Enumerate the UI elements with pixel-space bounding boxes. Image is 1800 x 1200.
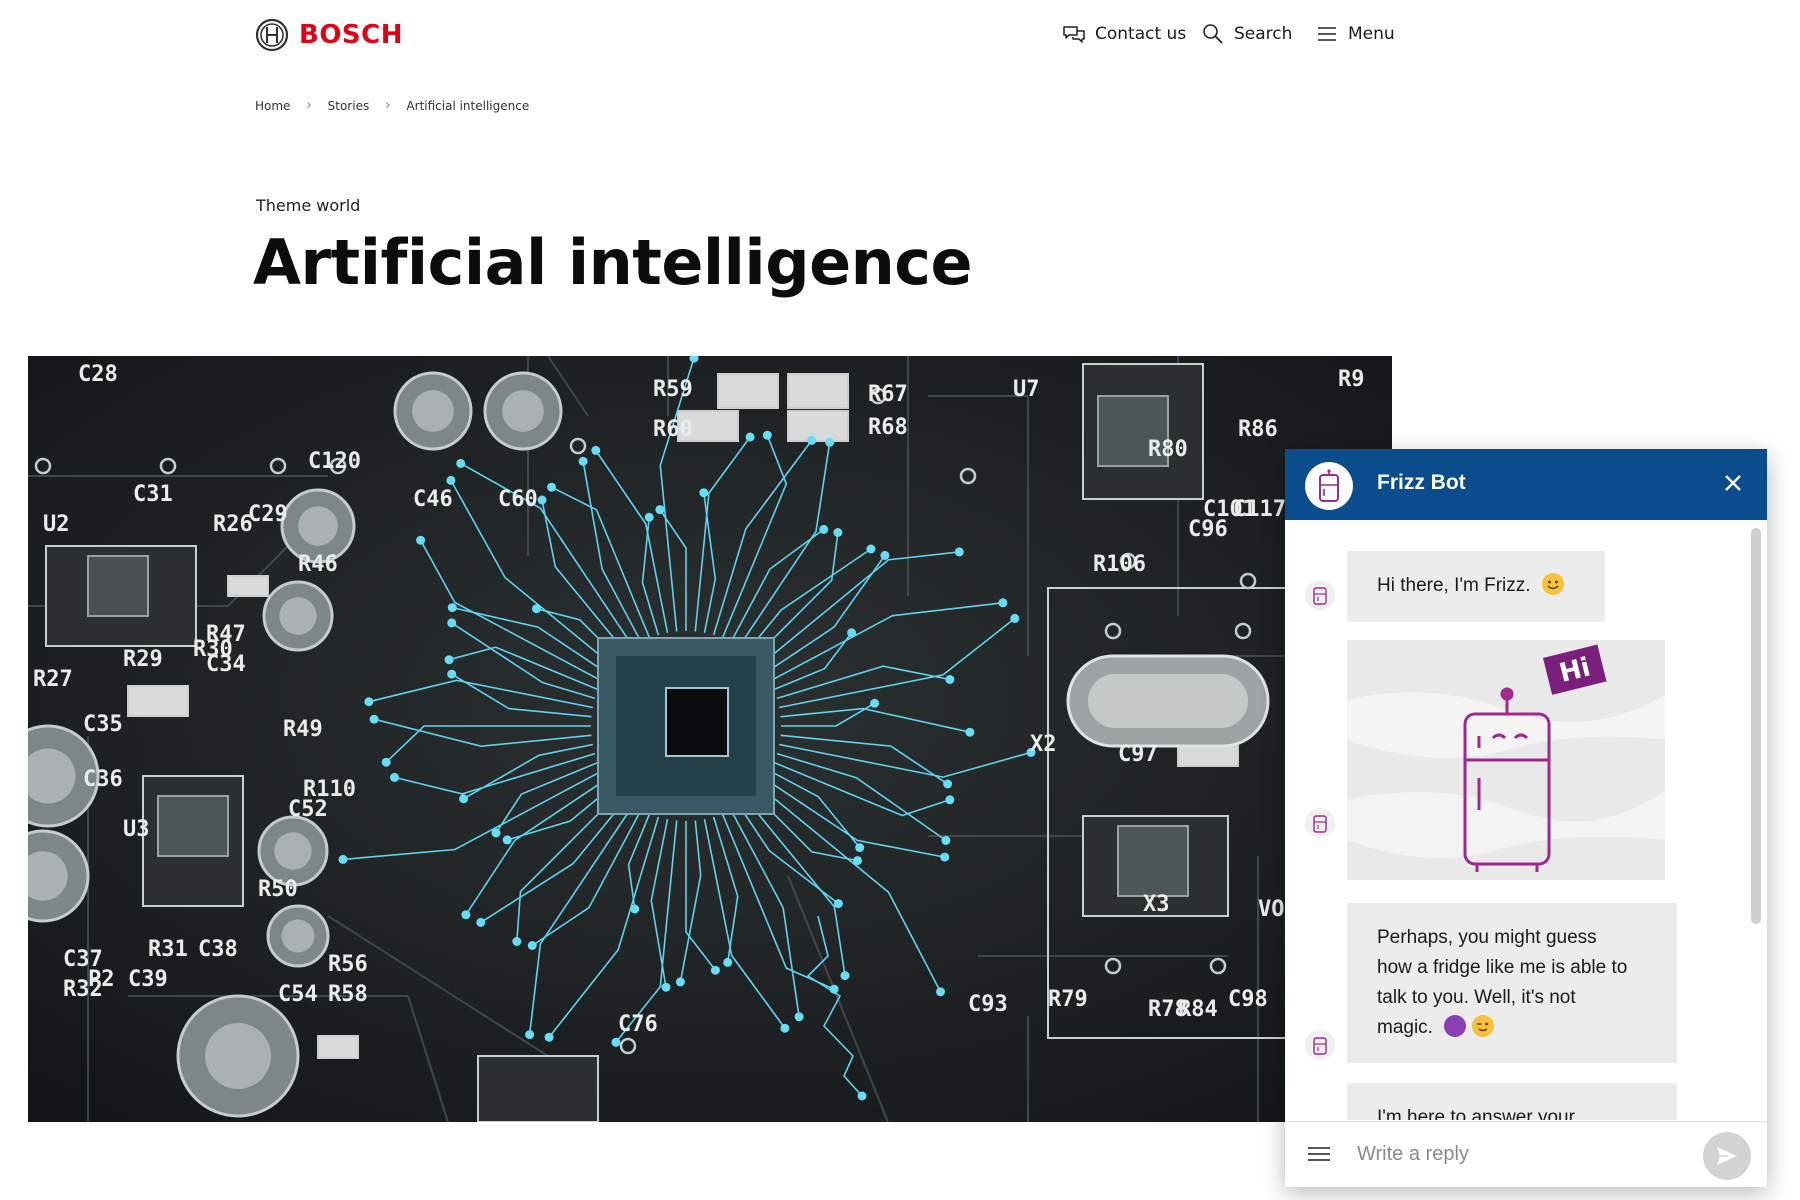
hero-image: C28 C120 C46 C60 R59 R60 R67 R68 U7 R80 R86 R9 C31 R2… bbox=[28, 356, 1392, 1122]
board-silkscreen-label: R30 bbox=[193, 637, 233, 662]
board-silkscreen-label: VO bbox=[1258, 897, 1285, 922]
board-silkscreen-label: R60 bbox=[653, 417, 693, 442]
bot-image-message: Hi bbox=[1347, 640, 1665, 880]
board-silkscreen-label: C98 bbox=[1228, 987, 1268, 1012]
board-silkscreen-label: R46 bbox=[298, 552, 338, 577]
winking-face-emoji-icon bbox=[1471, 1015, 1494, 1037]
board-silkscreen-label: C93 bbox=[968, 992, 1008, 1017]
board-silkscreen-label: R56 bbox=[328, 952, 368, 977]
fridge-robot-icon bbox=[1319, 469, 1339, 502]
message-line: how a fridge like me is able to bbox=[1377, 957, 1628, 978]
bot-message: Perhaps, you might guess how a fridge li… bbox=[1347, 903, 1677, 1063]
nav-contact-label: Contact us bbox=[1095, 24, 1187, 44]
nav-menu-label: Menu bbox=[1348, 24, 1395, 44]
chatbot-widget: Frizz Bot Hi there, I'm Frizz. Hi Perhap… bbox=[1285, 449, 1767, 1187]
bot-avatar-icon bbox=[1305, 580, 1335, 610]
board-silkscreen-label: R79 bbox=[1048, 987, 1088, 1012]
board-silkscreen-label: C38 bbox=[198, 937, 238, 962]
message-text: Hi there, I'm Frizz. bbox=[1377, 575, 1531, 596]
board-silkscreen-label: X2 bbox=[1030, 732, 1057, 757]
bosch-logo[interactable]: BOSCH bbox=[255, 18, 403, 52]
breadcrumb-stories[interactable]: Stories bbox=[328, 99, 370, 113]
chevron-right-icon: › bbox=[306, 98, 312, 113]
nav-menu[interactable]: Menu bbox=[1315, 22, 1395, 46]
reply-input[interactable] bbox=[1357, 1134, 1697, 1174]
bot-avatar-icon bbox=[1305, 1030, 1335, 1060]
board-silkscreen-label: R27 bbox=[33, 667, 73, 692]
board-silkscreen-label: R80 bbox=[1148, 437, 1188, 462]
board-silkscreen-label: U2 bbox=[43, 512, 70, 537]
chevron-right-icon: › bbox=[385, 98, 391, 113]
board-silkscreen-label: U7 bbox=[1013, 377, 1040, 402]
board-silkscreen-label: P2 bbox=[88, 967, 115, 992]
message-text: I'm here to answer your bbox=[1377, 1107, 1575, 1120]
board-silkscreen-label: R29 bbox=[123, 647, 163, 672]
board-silkscreen-label: C54 bbox=[278, 982, 318, 1007]
chat-messages[interactable]: Hi there, I'm Frizz. Hi Perhaps, you mig… bbox=[1285, 520, 1767, 1120]
page-eyebrow: Theme world bbox=[256, 196, 361, 215]
board-silkscreen-label: C76 bbox=[618, 1012, 658, 1037]
breadcrumb: Home › Stories › Artificial intelligence bbox=[255, 98, 529, 113]
message-line: magic. bbox=[1377, 1017, 1433, 1038]
site-header: BOSCH Contact us Search Menu bbox=[0, 0, 1800, 72]
nav-contact-us[interactable]: Contact us bbox=[1062, 22, 1186, 46]
board-silkscreen-label: R106 bbox=[1093, 552, 1146, 577]
board-silkscreen-label: C117 bbox=[1233, 497, 1286, 522]
board-silkscreen-label: R58 bbox=[328, 982, 368, 1007]
board-silkscreen-label: C120 bbox=[308, 449, 361, 474]
breadcrumb-current: Artificial intelligence bbox=[406, 98, 530, 113]
circuit-board-illustration: C28 C120 C46 C60 R59 R60 R67 R68 U7 R80 R86 R9 C31 R2… bbox=[28, 356, 1392, 1122]
board-silkscreen-label: R86 bbox=[1238, 417, 1278, 442]
search-icon bbox=[1203, 24, 1223, 44]
board-silkscreen-label: R49 bbox=[283, 717, 323, 742]
board-silkscreen-label: C36 bbox=[83, 767, 123, 792]
breadcrumb-home[interactable]: Home bbox=[255, 99, 290, 113]
board-silkscreen-label: C35 bbox=[83, 712, 123, 737]
nav-search[interactable]: Search bbox=[1201, 22, 1292, 46]
message-line: talk to you. Well, it's not bbox=[1377, 987, 1576, 1008]
board-silkscreen-label: C31 bbox=[133, 482, 173, 507]
board-silkscreen-label: C39 bbox=[128, 967, 168, 992]
board-silkscreen-label: R84 bbox=[1178, 997, 1218, 1022]
board-silkscreen-label: U3 bbox=[123, 817, 150, 842]
board-silkscreen-label: C29 bbox=[248, 502, 288, 527]
chat-footer bbox=[1285, 1121, 1767, 1187]
board-silkscreen-label: R9 bbox=[1338, 367, 1365, 392]
fridge-bot-avatar bbox=[1305, 462, 1353, 510]
board-silkscreen-label: R59 bbox=[653, 377, 693, 402]
close-icon[interactable] bbox=[1719, 469, 1747, 497]
page-title: Artificial intelligence bbox=[253, 226, 973, 299]
waving-fridge-illustration: Hi bbox=[1347, 640, 1665, 880]
board-silkscreen-label: R26 bbox=[213, 512, 253, 537]
hamburger-icon bbox=[1318, 27, 1336, 41]
chat-title: Frizz Bot bbox=[1377, 471, 1466, 494]
message-line: Perhaps, you might guess bbox=[1377, 927, 1597, 948]
board-silkscreen-label: C28 bbox=[78, 362, 118, 387]
board-silkscreen-label: C46 bbox=[413, 487, 453, 512]
send-button[interactable] bbox=[1703, 1132, 1751, 1180]
bosch-armature-icon bbox=[255, 18, 289, 52]
hamburger-icon[interactable] bbox=[1305, 1140, 1333, 1168]
board-silkscreen-label: R67 bbox=[868, 382, 908, 407]
board-silkscreen-label: R50 bbox=[258, 877, 298, 902]
board-silkscreen-label: R68 bbox=[868, 415, 908, 440]
chat-scrollbar[interactable] bbox=[1751, 528, 1761, 924]
board-silkscreen-label: C97 bbox=[1118, 742, 1158, 767]
send-arrow-icon bbox=[1717, 1147, 1737, 1165]
board-silkscreen-label: C52 bbox=[288, 797, 328, 822]
bot-message: Hi there, I'm Frizz. bbox=[1347, 551, 1605, 622]
chat-bubbles-icon bbox=[1063, 26, 1085, 43]
board-silkscreen-label: R31 bbox=[148, 937, 188, 962]
nav-search-label: Search bbox=[1234, 24, 1293, 44]
board-silkscreen-label: X3 bbox=[1143, 892, 1170, 917]
chat-header: Frizz Bot bbox=[1285, 449, 1767, 520]
crystal-ball-emoji-icon bbox=[1444, 1015, 1467, 1037]
bot-avatar-icon bbox=[1305, 808, 1335, 838]
board-silkscreen-label: C60 bbox=[498, 487, 538, 512]
logo-wordmark: BOSCH bbox=[299, 20, 403, 50]
smiling-face-emoji-icon bbox=[1541, 573, 1564, 595]
bot-message: I'm here to answer your bbox=[1347, 1083, 1677, 1120]
